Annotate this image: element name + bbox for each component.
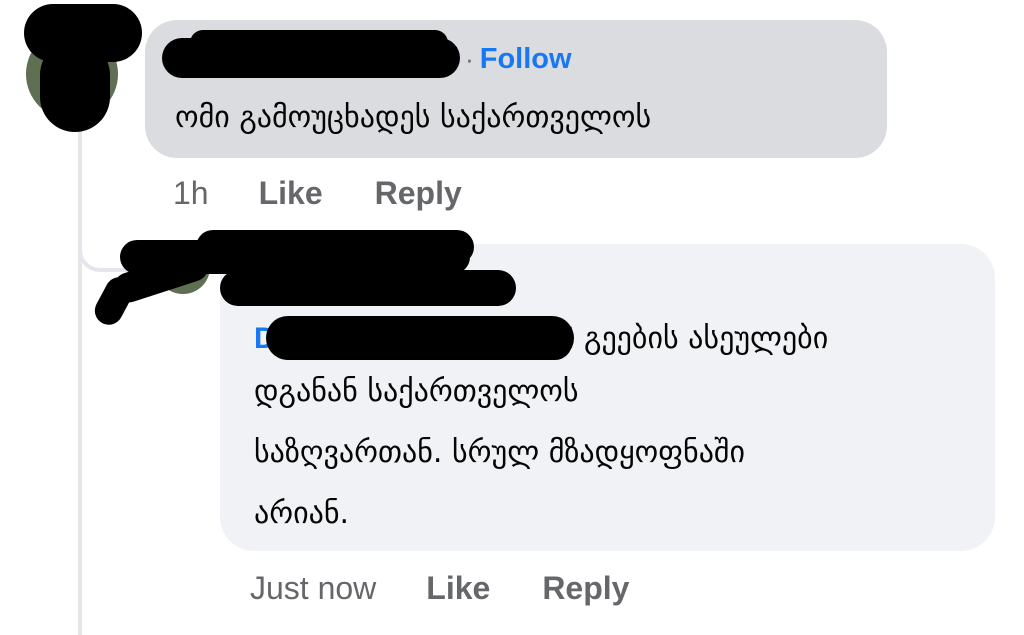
reply-text-lead: გეების ასეულები (584, 321, 829, 356)
separator-dot: · (465, 44, 474, 74)
comment-thread: i · Follow ომი გამოუცხადეს საქართველოს 1… (0, 0, 1024, 635)
redaction-mention (272, 326, 572, 360)
timestamp[interactable]: 1h (173, 175, 209, 212)
like-button[interactable]: Like (426, 570, 490, 607)
comment-actions: 1h Like Reply (173, 170, 514, 216)
like-button[interactable]: Like (259, 175, 323, 212)
redaction-avatar-1 (40, 40, 110, 132)
timestamp[interactable]: Just now (250, 570, 376, 607)
redaction-author-name-1 (190, 30, 448, 56)
reply-connector (78, 232, 118, 272)
reply-button[interactable]: Reply (542, 570, 629, 607)
redaction-avatar-2 (196, 230, 474, 264)
follow-button[interactable]: Follow (480, 38, 572, 80)
reply-text: დგანან საქართველოს საზღვართან. სრულ მზად… (254, 374, 745, 531)
thread-line (78, 96, 82, 635)
redaction-avatar-2 (220, 270, 516, 306)
reply-button[interactable]: Reply (375, 175, 462, 212)
comment-text: ომი გამოუცხადეს საქართველოს (175, 100, 652, 135)
reply-actions: Just now Like Reply (250, 565, 681, 611)
